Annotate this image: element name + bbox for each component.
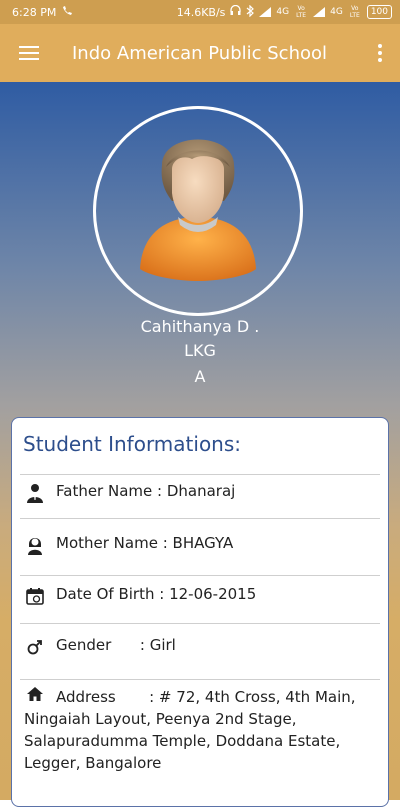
gender-value: : Girl <box>111 636 176 654</box>
student-avatar-icon <box>140 139 256 281</box>
gender-row: Gender : Girl <box>24 636 374 658</box>
battery-indicator: 100 <box>366 5 392 19</box>
info-heading: Student Informations: <box>23 432 242 456</box>
mother-name-value: : BHAGYA <box>157 534 234 552</box>
gender-label: Gender <box>56 636 112 654</box>
signal-icon-1 <box>259 7 272 17</box>
app-bar: Indo American Public School <box>0 24 400 82</box>
signal-icon-2 <box>313 7 326 17</box>
address-line-2: Ningaiah Layout, Peenya 2nd Stage, <box>24 710 297 728</box>
father-name-value: : Dhanaraj <box>152 482 236 500</box>
network-speed: 14.6KB/s <box>176 5 226 19</box>
address-line-1: Address : # 72, 4th Cross, 4th Main, <box>56 688 356 706</box>
volte-2: Vo LTE <box>349 5 360 19</box>
student-class: LKG <box>184 341 216 360</box>
volte-1: Vo LTE <box>296 5 307 19</box>
headphones-icon <box>230 4 242 19</box>
mother-person-icon <box>24 534 46 556</box>
home-icon <box>24 686 46 708</box>
avatar <box>93 106 303 316</box>
mother-name-label: Mother Name <box>56 534 158 552</box>
student-name: Cahithanya D . <box>140 317 260 336</box>
address-row: Address : # 72, 4th Cross, 4th Main, Nin… <box>24 686 374 774</box>
status-bar: 6:28 PM 14.6KB/s 4G Vo LTE 4G Vo LTE 100 <box>0 0 400 24</box>
divider <box>20 679 380 680</box>
app-title: Indo American Public School <box>72 42 328 64</box>
wifi-calling-icon <box>61 5 73 20</box>
student-section: A <box>194 367 206 386</box>
dob-label: Date Of Birth <box>56 585 155 603</box>
status-time: 6:28 PM <box>12 5 57 19</box>
divider <box>20 623 380 624</box>
hamburger-menu-icon[interactable] <box>0 24 58 82</box>
more-vert-icon[interactable] <box>360 24 400 82</box>
student-info-card: Student Informations: Father Name : Dhan… <box>11 417 389 807</box>
male-symbol-icon <box>24 636 46 658</box>
father-person-icon <box>24 482 46 504</box>
calendar-icon <box>24 585 46 607</box>
father-name-label: Father Name <box>56 482 153 500</box>
father-name-row: Father Name : Dhanaraj <box>24 482 374 504</box>
mother-name-row: Mother Name : BHAGYA <box>24 534 374 556</box>
dob-row: Date Of Birth : 12-06-2015 <box>24 585 374 607</box>
network-type-1: 4G <box>276 7 290 17</box>
divider <box>20 518 380 519</box>
address-line-3: Salapuradumma Temple, Doddana Estate, <box>24 732 341 750</box>
dob-value: : 12-06-2015 <box>154 585 257 603</box>
address-line-4: Legger, Bangalore <box>24 754 162 772</box>
divider <box>20 474 380 475</box>
bluetooth-icon <box>246 4 255 20</box>
network-type-2: 4G <box>330 7 343 17</box>
divider <box>20 575 380 576</box>
